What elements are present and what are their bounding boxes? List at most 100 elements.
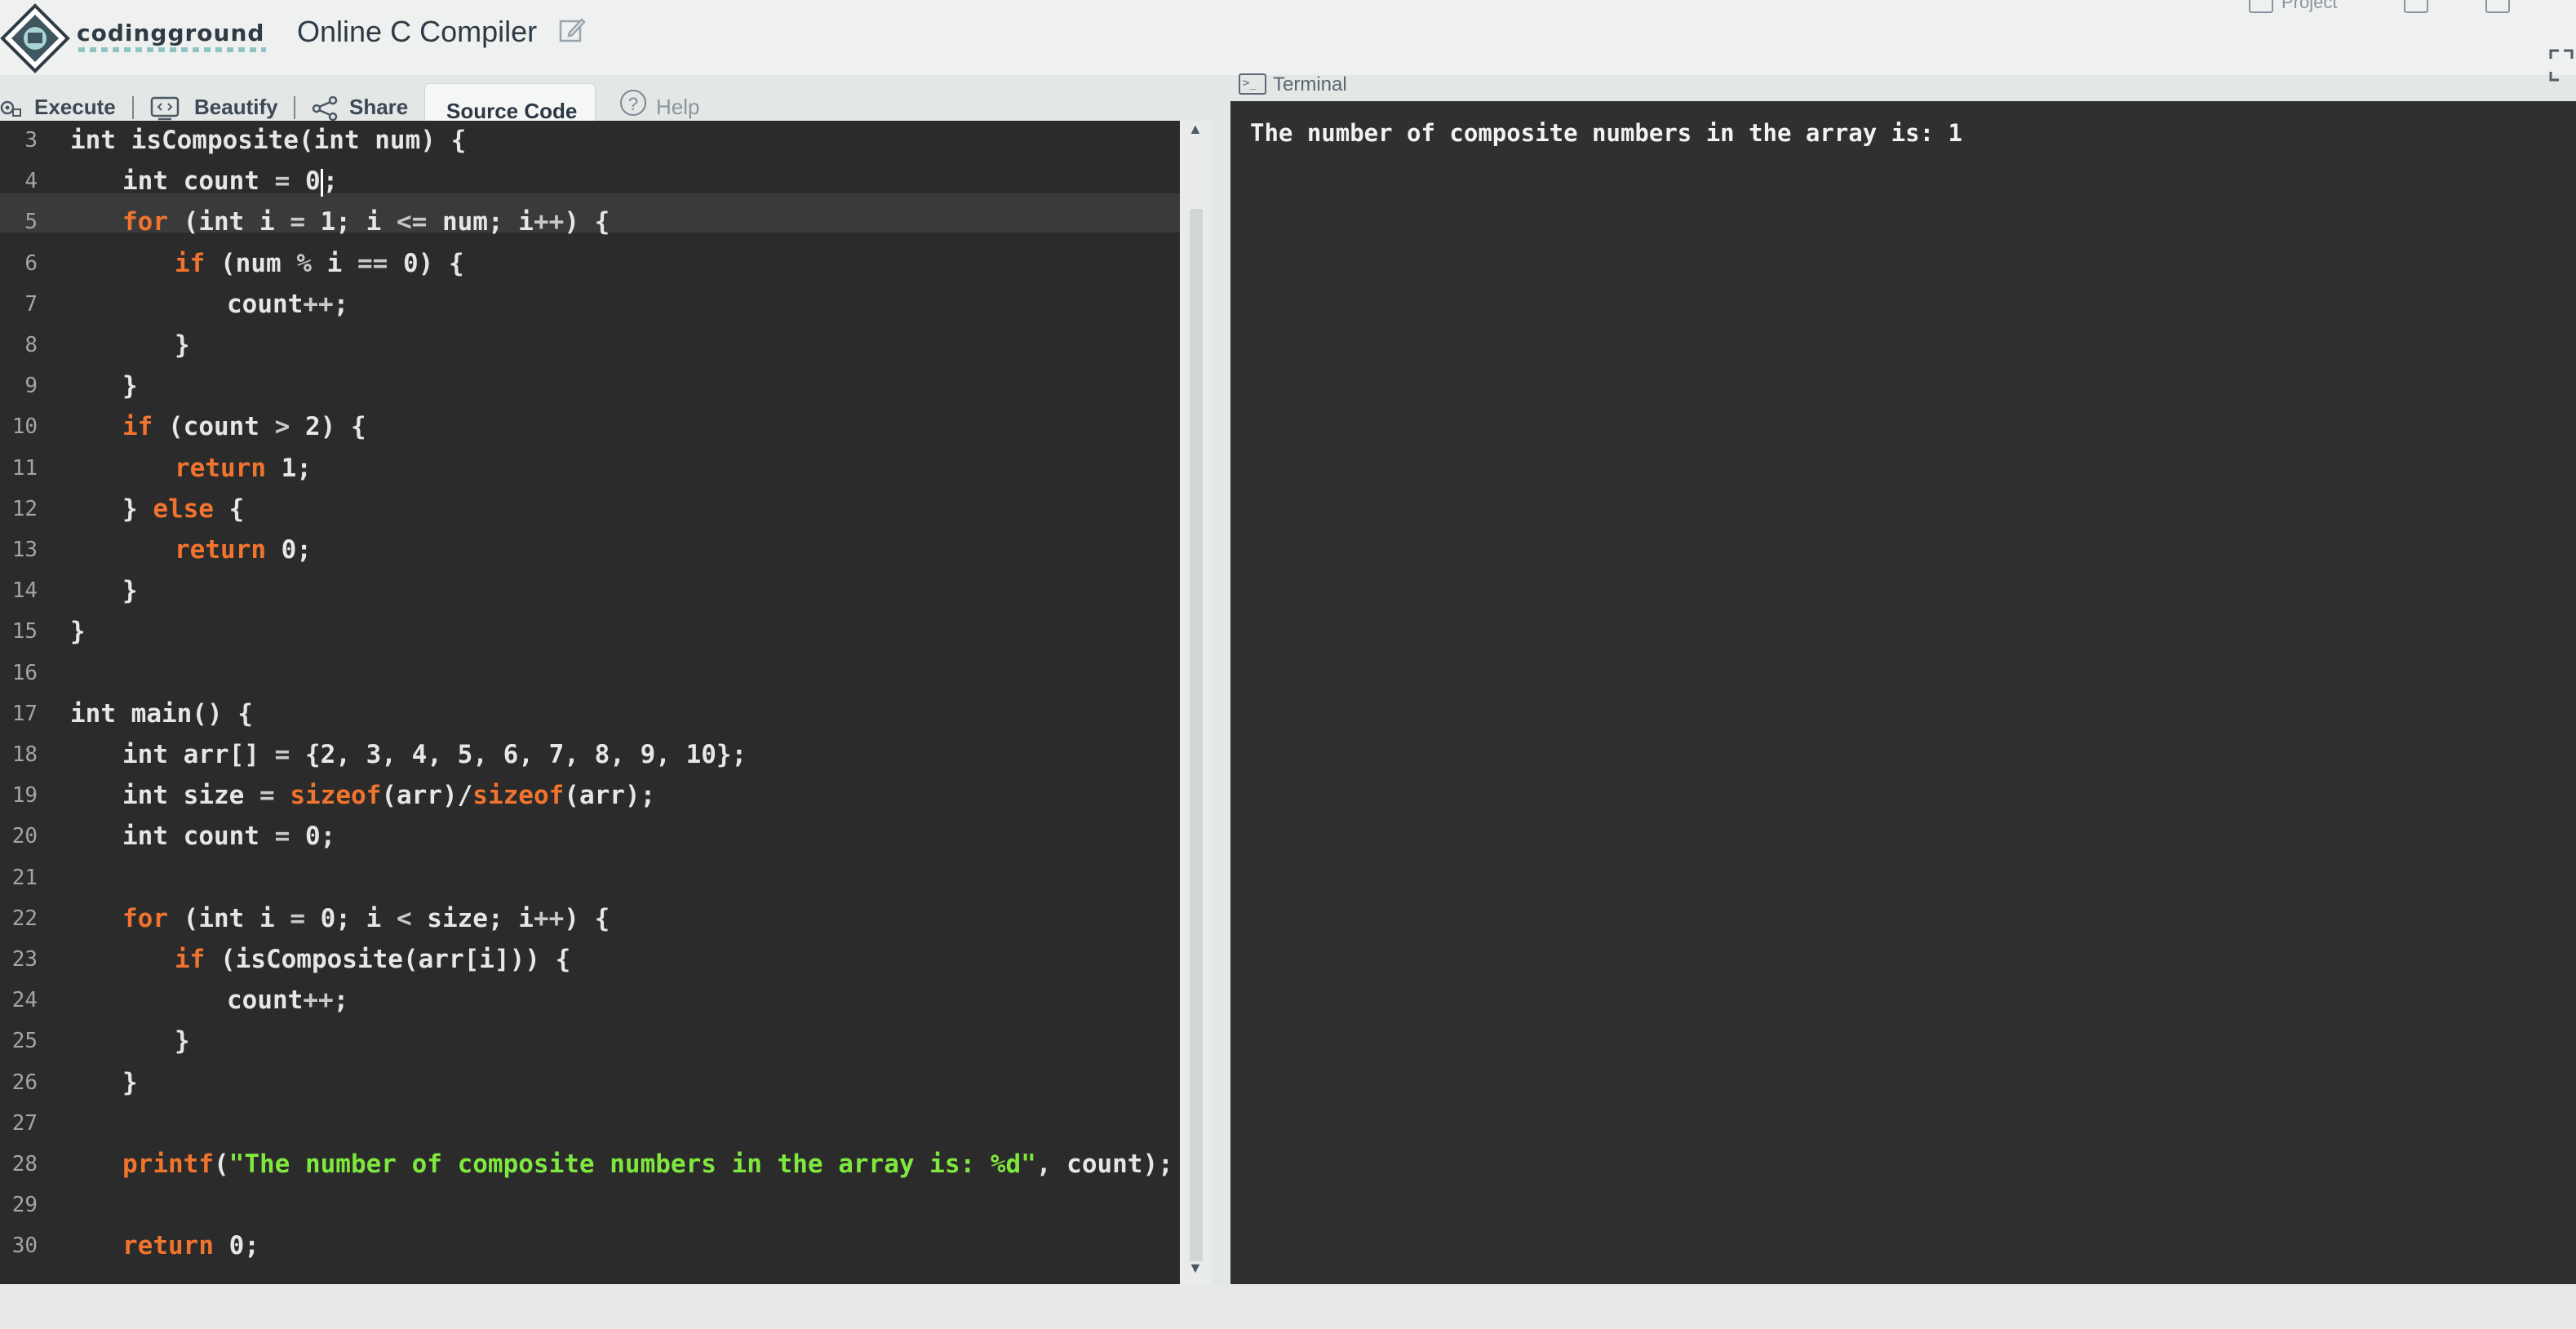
line-number: 30 [11,1234,38,1259]
code-line[interactable]: 23 if (isComposite(arr[i])) { [0,940,1180,981]
help-button[interactable]: Help [656,95,699,120]
save-icon[interactable] [2404,0,2428,13]
code-text: int count = 0; [122,166,339,197]
line-number: 5 [24,210,38,235]
help-icon[interactable]: ? [620,90,646,116]
code-line[interactable]: 28 printf("The number of composite number… [0,1145,1180,1185]
execute-icon[interactable] [0,98,21,117]
line-number: 23 [11,947,38,972]
code-line[interactable]: 30 return 0; [0,1226,1180,1267]
code-line[interactable]: 3 int isComposite(int num) { [0,121,1180,162]
code-text: return 1; [175,453,312,483]
code-text: count++; [227,986,349,1016]
code-text: printf("The number of composite numbers … [122,1150,1173,1179]
line-number: 3 [24,128,38,153]
line-number: 21 [11,865,38,890]
code-line[interactable]: 24 count++; [0,981,1180,1021]
line-number: 10 [11,414,38,440]
code-line[interactable]: 27 [0,1104,1180,1145]
line-number: 8 [24,333,38,357]
code-text: return 0; [175,535,312,565]
line-number: 18 [11,742,38,767]
code-text: int isComposite(int num) { [70,126,467,155]
code-editor[interactable]: 3 int isComposite(int num) { 4 int count = … [0,121,1180,1284]
code-text: if (count > 2) { [122,412,366,442]
line-number: 9 [24,374,38,399]
code-text: if (num % i == 0) { [175,248,464,278]
code-text: return 0; [122,1231,259,1261]
line-number: 13 [11,538,38,562]
terminal-icon: >_ [1239,73,1266,95]
brand-tagline [78,47,266,52]
line-number: 4 [24,169,38,194]
line-number: 29 [11,1193,38,1218]
code-line[interactable]: 29 [0,1185,1180,1226]
terminal-output: The number of composite numbers in the a… [1250,119,1962,147]
code-line[interactable]: 9} [0,366,1180,407]
code-text: int main() { [70,698,253,729]
editor-scrollbar[interactable]: ▲ ▼ [1180,121,1213,1284]
share-icon[interactable] [312,96,338,121]
code-line[interactable]: 20 int count = 0; [0,817,1180,857]
line-number: 16 [11,660,38,685]
code-line[interactable]: 17 int main() { [0,694,1180,735]
code-line[interactable]: 7 count++; [0,285,1180,326]
code-line[interactable]: 15} [0,612,1180,653]
code-text: for (int i = 1; i <= num; i++) { [122,207,610,237]
line-number: 24 [11,988,38,1013]
line-number: 6 [24,250,38,276]
edit-icon[interactable] [2485,0,2510,13]
code-line[interactable]: 13 return 0; [0,530,1180,571]
code-text: } [122,576,138,606]
code-line[interactable]: 8} [0,326,1180,366]
code-line[interactable]: 25} [0,1021,1180,1062]
code-text: } [70,617,86,647]
project-link[interactable]: Project [2281,0,2337,13]
line-number: 22 [11,906,38,931]
text-cursor [320,168,323,197]
beautify-icon[interactable] [150,96,180,121]
fullscreen-icon[interactable] [2549,49,2574,82]
line-number: 15 [11,619,38,645]
code-line[interactable]: 5 for (int i = 1; i <= num; i++) { [0,202,1180,243]
line-number: 14 [11,578,38,604]
code-line[interactable]: 14} [0,571,1180,612]
scrollbar-thumb[interactable] [1190,209,1203,1261]
beautify-button[interactable]: Beautify [194,95,278,120]
line-number: 19 [11,783,38,808]
code-text: } [175,1026,190,1057]
code-line[interactable]: 22 for (int i = 0; i < size; i++) { [0,899,1180,940]
code-line[interactable]: 19 int size = sizeof(arr)/sizeof(arr); [0,776,1180,817]
execute-button[interactable]: Execute [34,95,116,120]
code-line[interactable]: 4 int count = 0; [0,162,1180,202]
code-line[interactable]: 10 if (count > 2) { [0,407,1180,448]
line-number: 26 [11,1070,38,1095]
brand-name: codingground [77,20,265,47]
code-line[interactable]: 16 [0,653,1180,694]
scroll-up-icon[interactable]: ▲ [1188,121,1203,138]
code-text: } [122,1067,138,1097]
code-text: int count = 0; [122,822,336,852]
code-text: int arr[] = {2, 3, 4, 5, 6, 7, 8, 9, 10}… [122,740,747,769]
code-line[interactable]: 21 [0,858,1180,899]
page-title: Online C Compiler [297,15,538,48]
code-line[interactable]: 18 int arr[] = {2, 3, 4, 5, 6, 7, 8, 9, 1… [0,735,1180,776]
code-line[interactable]: 26} [0,1063,1180,1104]
code-line[interactable]: 6 if (num % i == 0) { [0,244,1180,285]
line-number: 25 [11,1029,38,1054]
code-text: } [122,371,138,401]
scroll-down-icon[interactable]: ▼ [1188,1260,1203,1277]
code-line[interactable]: 11 return 1; [0,449,1180,490]
code-text: } [175,330,190,360]
status-bar [0,1284,2576,1329]
edit-title-icon[interactable] [558,16,586,44]
terminal-panel[interactable]: The number of composite numbers in the a… [1230,101,2576,1284]
line-number: 7 [24,291,38,317]
project-icon[interactable] [2249,0,2273,13]
terminal-label: Terminal [1273,73,1347,95]
toolbar-divider [294,96,295,119]
share-button[interactable]: Share [349,95,408,120]
codingground-logo-icon[interactable] [0,3,70,73]
code-text: count++; [227,289,349,319]
code-line[interactable]: 12} else { [0,490,1180,530]
